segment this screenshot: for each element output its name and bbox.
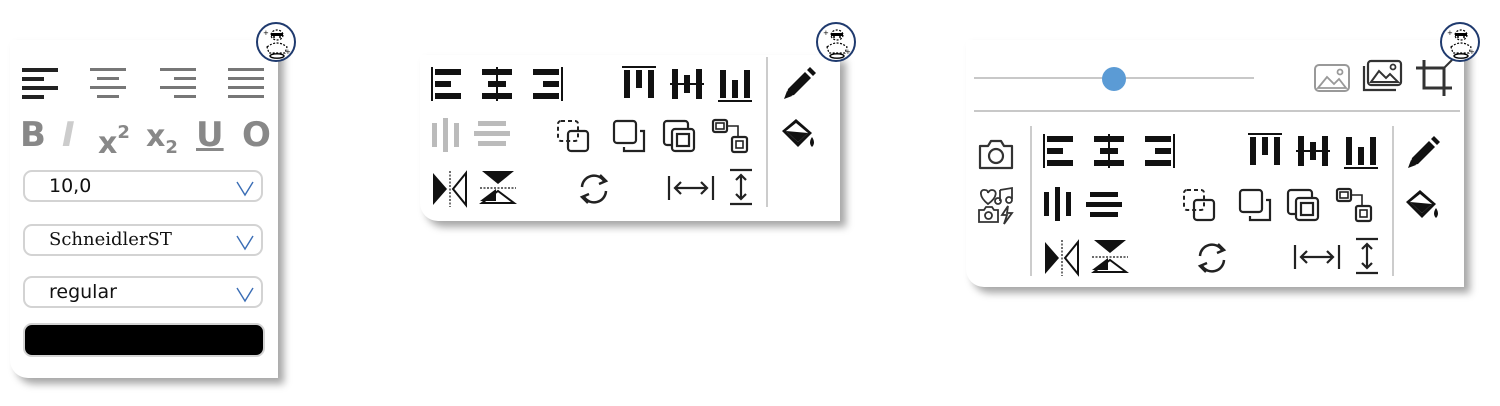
bold-button[interactable]: B [20, 118, 46, 152]
align-left-icon[interactable] [22, 66, 60, 102]
divider [766, 57, 768, 207]
divider [1392, 126, 1394, 276]
crop-icon[interactable] [1414, 58, 1454, 98]
fit-width-icon[interactable] [666, 173, 716, 203]
font-size-value: 10,0 [49, 175, 92, 197]
assistant-badge-icon[interactable] [816, 22, 856, 62]
align-objects-center-icon[interactable] [478, 65, 516, 103]
font-family-select[interactable]: SchneidlerST [23, 224, 263, 256]
divider [1030, 126, 1032, 276]
align-objects-bottom-icon[interactable] [716, 65, 754, 103]
images-icon[interactable] [1360, 58, 1404, 94]
paint-bucket-icon[interactable] [1402, 186, 1442, 226]
arrange-panel [420, 55, 840, 221]
distribute-horizontal-icon[interactable] [1042, 186, 1074, 222]
align-objects-right-icon[interactable] [1140, 132, 1176, 170]
align-objects-top-icon[interactable] [620, 65, 658, 103]
assistant-badge-icon[interactable] [1440, 22, 1480, 62]
bring-forward-icon[interactable] [1180, 186, 1220, 226]
rotate-icon[interactable] [1192, 238, 1232, 278]
underline-button[interactable]: U [196, 118, 224, 152]
text-color-swatch[interactable] [23, 323, 265, 357]
subscript-button[interactable]: x2 [146, 120, 178, 165]
superscript-button[interactable]: x2 [98, 120, 130, 161]
font-weight-value: regular [49, 281, 117, 303]
align-objects-center-icon[interactable] [1090, 132, 1128, 170]
align-objects-left-icon[interactable] [430, 65, 466, 103]
italic-button[interactable]: I [62, 118, 75, 152]
zoom-slider-thumb[interactable] [1102, 67, 1126, 91]
chevron-down-icon [235, 178, 255, 198]
group-icon[interactable] [1334, 186, 1374, 226]
paint-bucket-icon[interactable] [778, 115, 818, 155]
align-objects-bottom-icon[interactable] [1342, 132, 1380, 170]
overline-button[interactable]: O [242, 118, 271, 152]
text-format-panel: B I x2 x2 U O 10,0 SchneidlerST regular [10, 40, 278, 378]
align-right-icon[interactable] [160, 66, 198, 102]
image-icon[interactable] [1312, 62, 1352, 94]
align-objects-middle-icon[interactable] [1294, 132, 1332, 170]
font-size-select[interactable]: 10,0 [23, 170, 263, 202]
font-weight-select[interactable]: regular [23, 276, 263, 308]
divider [974, 110, 1460, 112]
fit-height-icon[interactable] [1352, 236, 1382, 276]
send-backward-icon[interactable] [1236, 186, 1276, 226]
chevron-down-icon [235, 284, 255, 304]
flip-horizontal-icon[interactable] [1042, 238, 1082, 278]
group-icon[interactable] [710, 117, 750, 157]
fit-height-icon[interactable] [726, 167, 756, 207]
font-family-value: SchneidlerST [49, 229, 172, 250]
assistant-badge-icon[interactable] [256, 22, 296, 62]
distribute-vertical-icon[interactable] [474, 117, 512, 151]
align-objects-middle-icon[interactable] [668, 65, 706, 103]
bring-to-front-icon[interactable] [1284, 186, 1324, 226]
camera-icon[interactable] [976, 136, 1016, 172]
media-icon[interactable] [976, 186, 1016, 226]
bring-forward-icon[interactable] [554, 117, 594, 157]
distribute-horizontal-icon[interactable] [430, 117, 462, 153]
send-backward-icon[interactable] [610, 117, 650, 157]
bring-to-front-icon[interactable] [660, 117, 700, 157]
align-objects-right-icon[interactable] [528, 65, 564, 103]
align-objects-top-icon[interactable] [1246, 132, 1284, 170]
image-panel [966, 40, 1464, 287]
distribute-vertical-icon[interactable] [1086, 188, 1124, 222]
align-center-icon[interactable] [90, 66, 128, 102]
pencil-icon[interactable] [1402, 134, 1442, 174]
flip-horizontal-icon[interactable] [430, 169, 470, 209]
pencil-icon[interactable] [778, 65, 818, 105]
flip-vertical-icon[interactable] [1090, 236, 1130, 276]
align-objects-left-icon[interactable] [1042, 132, 1078, 170]
flip-vertical-icon[interactable] [478, 167, 518, 207]
justify-icon[interactable] [228, 66, 266, 102]
chevron-down-icon [235, 232, 255, 252]
rotate-icon[interactable] [574, 169, 614, 209]
fit-width-icon[interactable] [1292, 242, 1342, 272]
